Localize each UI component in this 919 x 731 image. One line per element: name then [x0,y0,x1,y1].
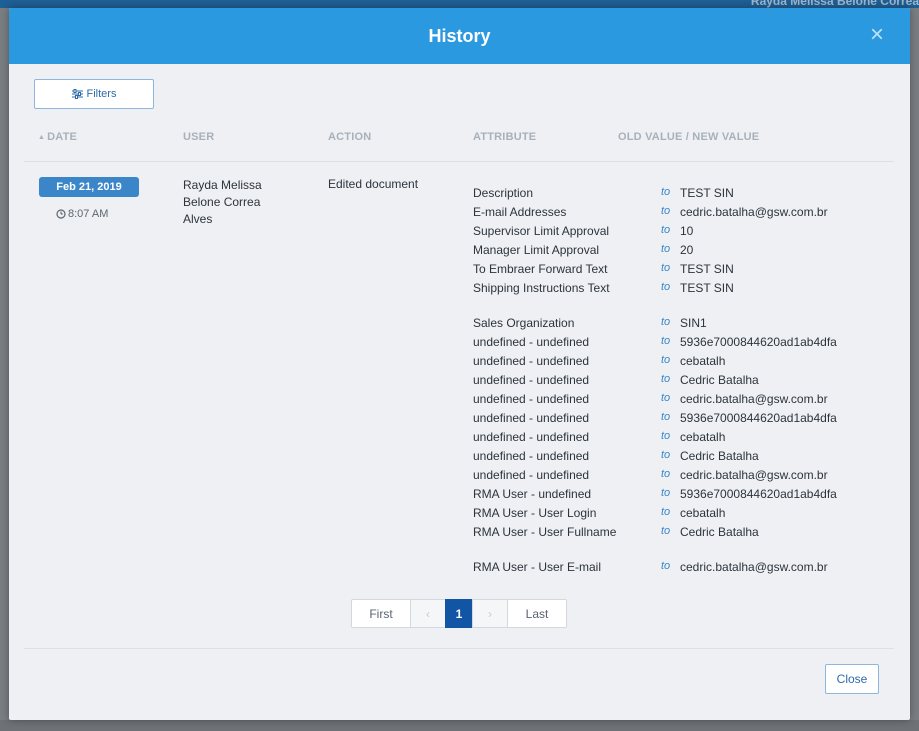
new-value-cell: 10 [680,224,694,238]
attribute-cell: E-mail Addresses [473,205,567,219]
new-value-cell: cebatalh [680,430,726,444]
attribute-cell: RMA User - undefined [473,487,592,501]
user-name-line: Alves [183,212,213,226]
new-value-cell: 5936e7000844620ad1ab4dfa [680,487,837,501]
page-1-button[interactable]: 1 [445,599,473,628]
to-connector: to [661,430,671,442]
modal-title: History [428,25,491,46]
page-last-button[interactable]: Last [507,599,567,628]
user-name-line: Belone Correa [183,195,261,209]
attribute-cell: RMA User - User E-mail [473,560,602,574]
new-value-cell: cedric.batalha@gsw.com.br [680,560,828,574]
attribute-cell: undefined - undefined [473,468,590,482]
new-value-cell: TEST SIN [680,262,734,276]
attribute-cell: To Embraer Forward Text [473,262,608,276]
footer-divider [24,648,894,649]
to-connector: to [661,392,671,404]
column-header-date-label: DATE [47,131,78,143]
to-connector: to [661,316,671,328]
to-connector: to [661,560,671,572]
to-connector: to [661,449,671,461]
time-label: 8:07 AM [56,208,108,220]
new-value-cell: Cedric Batalha [680,525,759,539]
attribute-cell: undefined - undefined [473,335,590,349]
column-header-action: ACTION [328,131,372,143]
new-value-cell: cedric.batalha@gsw.com.br [680,468,828,482]
to-connector: to [661,525,671,537]
new-value-cell: cebatalh [680,506,726,520]
background-user-name: Rayda Melissa Belone Correa [750,0,919,8]
table-header: ▲ DATE USER ACTION ATTRIBUTE OLD VALUE / … [24,131,894,162]
new-value-cell: SIN1 [680,316,707,330]
close-button[interactable]: Close [825,664,879,694]
background-app-right [909,8,919,731]
user-cell: Rayda Melissa Belone Correa Alves [183,177,303,228]
to-connector: to [661,205,671,217]
new-value-cell: Cedric Batalha [680,373,759,387]
column-header-values: OLD VALUE / NEW VALUE [618,131,760,143]
close-icon[interactable]: × [866,23,888,47]
sort-asc-icon: ▲ [38,134,46,141]
clock-icon [56,209,66,219]
new-value-cell: cedric.batalha@gsw.com.br [680,392,828,406]
to-connector: to [661,373,671,385]
new-value-cell: 20 [680,243,694,257]
to-connector: to [661,468,671,480]
action-cell: Edited document [328,177,419,191]
to-connector: to [661,354,671,366]
to-connector: to [661,281,671,293]
column-header-user: USER [183,131,215,143]
modal-header: History × [9,8,910,64]
new-value-cell: TEST SIN [680,186,734,200]
page-first-button[interactable]: First [351,599,411,628]
attribute-cell: Manager Limit Approval [473,243,600,257]
to-connector: to [661,487,671,499]
background-app-bottom [0,720,919,731]
to-connector: to [661,243,671,255]
attribute-cell: RMA User - User Fullname [473,525,617,539]
attribute-cell: undefined - undefined [473,392,590,406]
new-value-cell: TEST SIN [680,281,734,295]
column-header-attribute: ATTRIBUTE [473,131,537,143]
to-connector: to [661,186,671,198]
new-value-cell: cebatalh [680,354,726,368]
attribute-cell: Shipping Instructions Text [473,281,610,295]
attribute-cell: Sales Organization [473,316,575,330]
page-next-button[interactable]: › [472,599,508,628]
attribute-cell: undefined - undefined [473,430,590,444]
attribute-cell: Supervisor Limit Approval [473,224,610,238]
attribute-cell: undefined - undefined [473,411,590,425]
history-modal: History × Filters ▲ DATE USER ACTION ATTR… [9,8,910,720]
page-prev-button[interactable]: ‹ [410,599,446,628]
to-connector: to [661,224,671,236]
attribute-cell: undefined - undefined [473,373,590,387]
new-value-cell: cedric.batalha@gsw.com.br [680,205,828,219]
to-connector: to [661,335,671,347]
date-badge: Feb 21, 2019 [39,177,139,197]
attribute-cell: undefined - undefined [473,354,590,368]
sliders-icon [71,89,83,99]
new-value-cell: 5936e7000844620ad1ab4dfa [680,335,837,349]
to-connector: to [661,411,671,423]
attribute-cell: undefined - undefined [473,449,590,463]
filters-label: Filters [86,88,117,100]
to-connector: to [661,262,671,274]
to-connector: to [661,506,671,518]
time-text: 8:07 AM [68,208,109,220]
attribute-cell: RMA User - User Login [473,506,597,520]
attribute-cell: Description [473,186,534,200]
new-value-cell: Cedric Batalha [680,449,759,463]
user-name-line: Rayda Melissa [183,178,262,192]
new-value-cell: 5936e7000844620ad1ab4dfa [680,411,837,425]
pagination: First ‹ 1 › Last [351,599,567,628]
filters-button[interactable]: Filters [34,79,154,109]
column-header-date[interactable]: ▲ DATE [38,131,77,143]
